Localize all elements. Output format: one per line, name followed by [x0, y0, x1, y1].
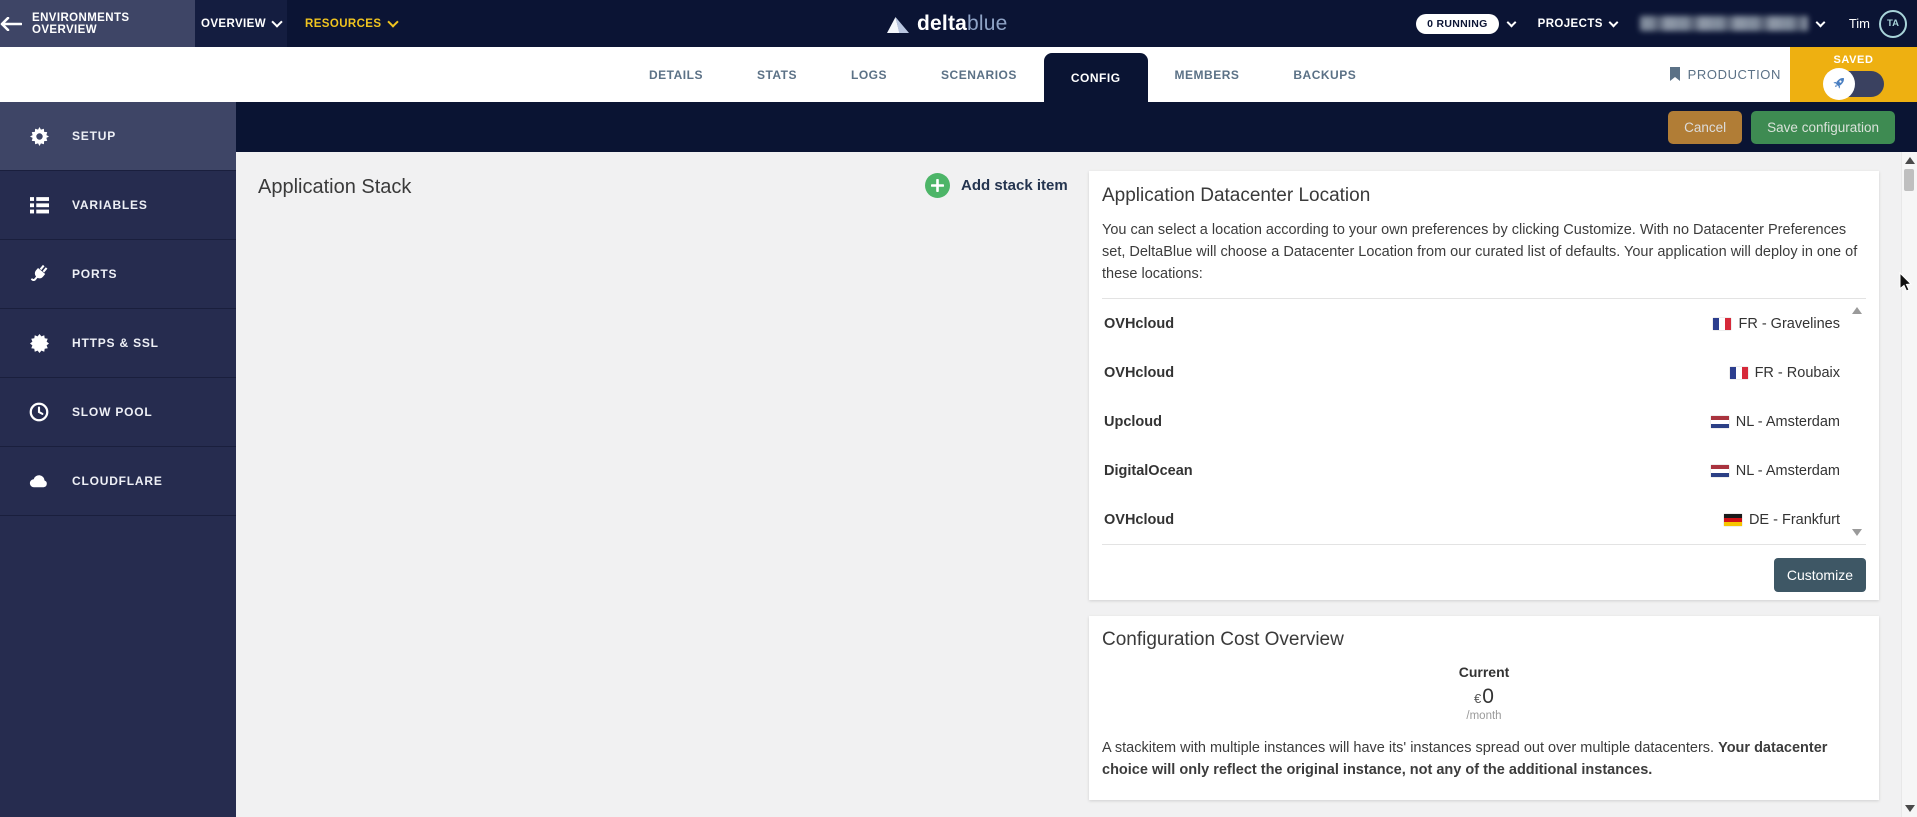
cancel-button[interactable]: Cancel [1668, 110, 1743, 144]
flag-icon-fr [1713, 317, 1732, 330]
datacenter-location-list: OVHcloud FR - Gravelines OVHcloud FR - R… [1102, 298, 1866, 546]
rocket-icon [1830, 75, 1847, 92]
config-sidebar: SETUP VARIABLES PORTS HTTPS & SSL SLOW P… [0, 102, 236, 817]
location-provider: OVHcloud [1104, 511, 1175, 528]
environments-overview-button[interactable]: ENVIRONMENTS OVERVIEW [0, 0, 195, 47]
selected-project-redacted[interactable] [1639, 16, 1808, 31]
flag-icon-nl [1710, 464, 1729, 477]
deploy-toggle[interactable] [1822, 67, 1885, 100]
cost-note: A stackitem with multiple instances will… [1102, 740, 1828, 779]
cost-amount: €0 [1102, 685, 1866, 709]
overview-menu[interactable]: OVERVIEW [195, 0, 287, 47]
location-name: FR - Roubaix [1754, 364, 1840, 381]
configuration-cost-card: Configuration Cost Overview Current €0 /… [1089, 616, 1879, 800]
deltablue-logo: deltablue [886, 0, 1008, 47]
environments-overview-label: ENVIRONMENTS OVERVIEW [32, 11, 130, 36]
sidebar-item-slow-pool[interactable]: SLOW POOL [0, 378, 236, 447]
location-provider: OVHcloud [1104, 364, 1175, 381]
application-stack-title: Application Stack [258, 176, 412, 198]
currency-symbol: € [1474, 691, 1482, 706]
bookmark-icon [1669, 67, 1681, 82]
plus-icon [925, 173, 950, 198]
list-icon [29, 195, 49, 215]
flag-icon-nl [1710, 415, 1729, 428]
tab-scenarios[interactable]: SCENARIOS [914, 47, 1044, 102]
flag-icon-de [1723, 513, 1742, 526]
projects-menu[interactable]: PROJECTS [1538, 17, 1619, 30]
flag-icon-fr [1729, 366, 1748, 379]
chevron-down-icon [1608, 17, 1619, 27]
resources-menu[interactable]: RESOURCES [305, 0, 400, 47]
cost-current-label: Current [1458, 664, 1510, 680]
deltablue-triangle-icon [886, 15, 910, 33]
sidebar-item-https-ssl[interactable]: HTTPS & SSL [0, 309, 236, 378]
tab-details[interactable]: DETAILS [622, 47, 730, 102]
back-arrow-icon [0, 16, 22, 31]
sidebar-item-setup[interactable]: SETUP [0, 102, 236, 171]
location-row[interactable]: DigitalOcean NL - Amsterdam [1102, 446, 1866, 495]
sidebar-item-label: HTTPS & SSL [72, 336, 159, 350]
saved-status-label: SAVED [1833, 53, 1874, 66]
cost-period: /month [1466, 710, 1502, 722]
running-count-badge[interactable]: 0 RUNNING [1416, 13, 1499, 34]
cost-card-title: Configuration Cost Overview [1102, 629, 1344, 650]
clock-icon [29, 402, 49, 422]
location-provider: Upcloud [1104, 413, 1162, 430]
datacenter-location-card: Application Datacenter Location You can … [1089, 171, 1879, 600]
add-stack-item-button[interactable]: Add stack item [925, 173, 1068, 198]
location-row[interactable]: OVHcloud FR - Roubaix [1102, 348, 1866, 397]
application-header-bar: AX Application X Example project DETAILS… [0, 47, 1917, 137]
config-action-bar: Cancel Save configuration [236, 102, 1917, 152]
page-scrollbar[interactable] [1901, 152, 1917, 817]
location-provider: DigitalOcean [1104, 462, 1193, 479]
location-name: DE - Frankfurt [1748, 511, 1840, 528]
customize-button[interactable]: Customize [1773, 558, 1866, 593]
location-provider: OVHcloud [1104, 315, 1175, 332]
location-row[interactable]: Upcloud NL - Amsterdam [1102, 397, 1866, 446]
tab-stats[interactable]: STATS [730, 47, 824, 102]
tab-config[interactable]: CONFIG [1043, 53, 1148, 102]
avatar[interactable]: TA [1879, 9, 1907, 38]
saved-status-panel: SAVED [1790, 47, 1917, 102]
sidebar-item-cloudflare[interactable]: CLOUDFLARE [0, 447, 236, 516]
tab-backups[interactable]: BACKUPS [1266, 47, 1383, 102]
scrollbar-down-icon[interactable] [1905, 805, 1915, 812]
scrollbar-thumb[interactable] [1904, 169, 1914, 191]
location-row[interactable]: OVHcloud DE - Frankfurt [1102, 495, 1866, 544]
sidebar-item-label: SLOW POOL [72, 405, 153, 419]
chevron-down-icon[interactable] [1506, 17, 1517, 27]
production-flag[interactable]: PRODUCTION [1669, 47, 1781, 102]
sidebar-item-label: PORTS [72, 267, 118, 281]
tab-members[interactable]: MEMBERS [1148, 47, 1267, 102]
save-configuration-button[interactable]: Save configuration [1751, 110, 1895, 144]
cloud-icon [29, 471, 49, 491]
location-name: FR - Gravelines [1738, 315, 1840, 332]
list-scroll-up-icon[interactable] [1852, 307, 1862, 315]
location-name: NL - Amsterdam [1735, 462, 1840, 479]
list-scroll-down-icon[interactable] [1852, 529, 1862, 537]
datacenter-card-title: Application Datacenter Location [1102, 185, 1371, 206]
application-tabs: DETAILS STATS LOGS SCENARIOS CONFIG MEMB… [622, 47, 1383, 102]
top-navbar: ENVIRONMENTS OVERVIEW OVERVIEW RESOURCES… [0, 0, 1917, 47]
chevron-down-icon [271, 16, 283, 28]
chevron-down-icon [387, 16, 400, 28]
user-name[interactable]: Tim [1849, 16, 1870, 31]
scrollbar-up-icon[interactable] [1905, 157, 1915, 164]
sidebar-item-variables[interactable]: VARIABLES [0, 171, 236, 240]
cost-value: 0 [1482, 685, 1494, 708]
gear-icon [29, 126, 49, 146]
location-name: NL - Amsterdam [1735, 413, 1840, 430]
datacenter-description: You can select a location according to y… [1102, 222, 1858, 282]
chevron-down-icon[interactable] [1815, 17, 1826, 27]
sidebar-item-label: CLOUDFLARE [72, 474, 163, 488]
tab-logs[interactable]: LOGS [824, 47, 914, 102]
plug-icon [29, 264, 49, 284]
sidebar-item-ports[interactable]: PORTS [0, 240, 236, 309]
seal-icon [29, 333, 49, 353]
location-row[interactable]: OVHcloud FR - Gravelines [1102, 299, 1866, 348]
sidebar-item-label: VARIABLES [72, 198, 148, 212]
sidebar-item-label: SETUP [72, 129, 117, 143]
